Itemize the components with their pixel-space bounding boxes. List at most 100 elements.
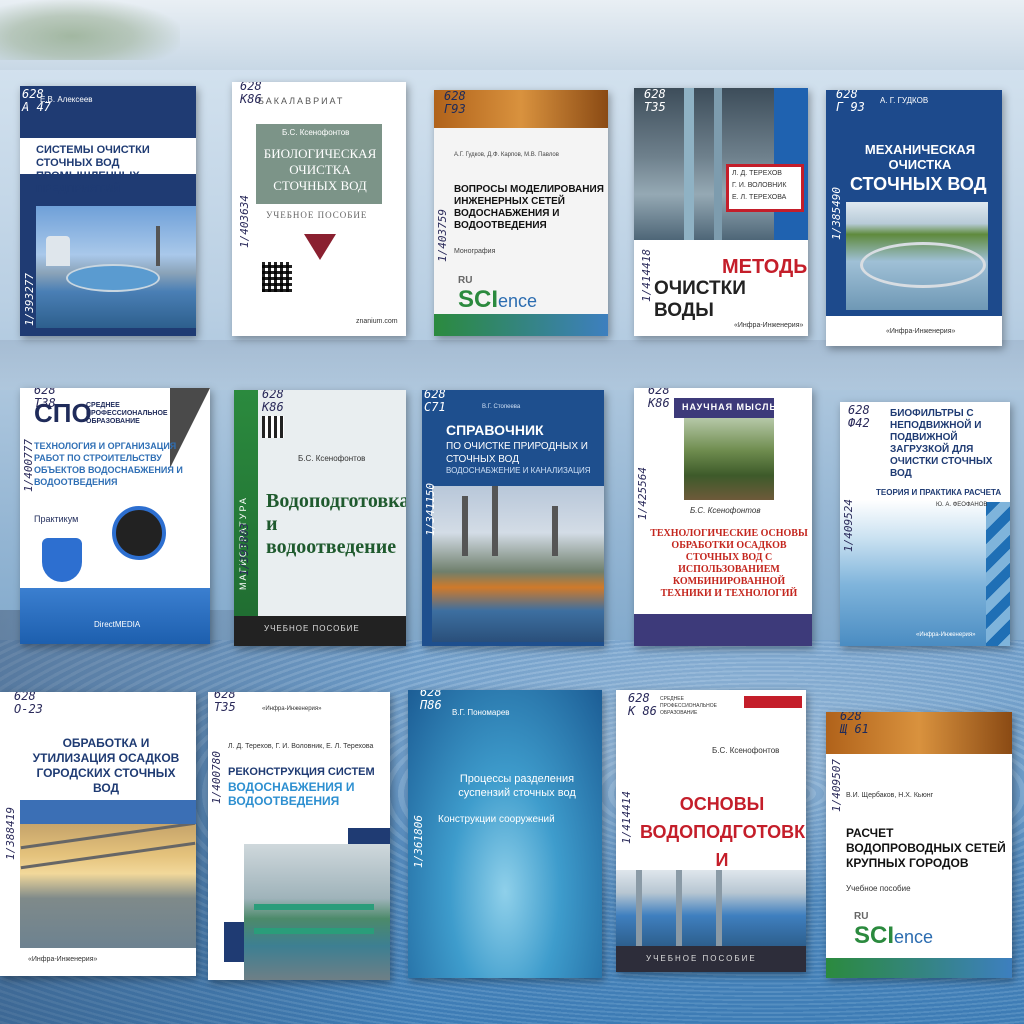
book-genre: Учебное пособие bbox=[846, 884, 911, 893]
book-cover-12: «Инфра-Инженерия» Л. Д. Терехов, Г. И. В… bbox=[208, 692, 390, 980]
book-title: СПРАВОЧНИК bbox=[446, 422, 544, 438]
call-number: 628 О-23 bbox=[14, 692, 43, 716]
book-author: Г. И. ВОЛОВНИК bbox=[732, 182, 787, 189]
book-cover-15: В.И. Щербаков, Н.Х. Кьюнг РАСЧЕТ ВОДОПРО… bbox=[826, 712, 1012, 978]
book-title: ПО ОЧИСТКЕ ПРИРОДНЫХ И СТОЧНЫХ ВОД bbox=[446, 441, 588, 465]
book-subtitle: УЧЕБНОЕ ПОСОБИЕ bbox=[264, 624, 360, 633]
book-title: СТОЧНЫХ ВОД bbox=[850, 174, 987, 194]
book-cover-9: НАУЧНАЯ МЫСЛЬ Б.С. Ксенофонтов ТЕХНОЛОГИ… bbox=[634, 388, 812, 646]
inventory-number: 1/414414 bbox=[620, 791, 633, 844]
book-photo bbox=[616, 870, 806, 946]
globe-gear-icon bbox=[112, 506, 166, 560]
inventory-number: 1/403759 bbox=[436, 209, 449, 262]
book-publisher: «Инфра-Инженерия» bbox=[886, 328, 956, 335]
book-cover-6: СПО СРЕДНЕЕ ПРОФЕССИОНАЛЬНОЕ ОБРАЗОВАНИЕ… bbox=[20, 388, 210, 644]
book-series: НАУЧНАЯ МЫСЛЬ bbox=[682, 402, 777, 412]
book-series: БАКАЛАВРИАТ bbox=[258, 96, 345, 106]
book-title: МЕТОДЫ bbox=[722, 256, 808, 278]
book-subtitle: ВОДОСНАБЖЕНИЕ И КАНАЛИЗАЦИЯ bbox=[446, 466, 591, 475]
book-author: А.Г. Гудков, Д.Ф. Карпов, М.В. Павлов bbox=[454, 152, 559, 158]
book-subtitle: Конструкции сооружений bbox=[438, 814, 555, 825]
inventory-number: 1/425564 bbox=[636, 467, 649, 520]
book-author: Б.С. Ксенофонтов bbox=[712, 746, 780, 755]
inventory-number: 1/393277 bbox=[23, 273, 36, 326]
book-publisher: «Инфра-Инженерия» bbox=[734, 322, 804, 329]
inventory-number: 1/400777 bbox=[22, 439, 35, 492]
inventory-number: 1/385490 bbox=[830, 187, 843, 240]
book-cover-11: ОБРАБОТКА И УТИЛИЗАЦИЯ ОСАДКОВ ГОРОДСКИХ… bbox=[0, 692, 196, 976]
inventory-number: 1/400780 bbox=[210, 751, 223, 804]
book-cover-10: БИОФИЛЬТРЫ С НЕПОДВИЖНОЙ И ПОДВИЖНОЙ ЗАГ… bbox=[840, 402, 1010, 646]
background-tree bbox=[0, 0, 180, 60]
book-publisher: «Инфра-Инженерия» bbox=[28, 956, 98, 963]
book-photo bbox=[846, 202, 988, 310]
call-number: 628 Т35 bbox=[644, 88, 666, 114]
book-author: В.Г. Пономарев bbox=[452, 708, 510, 717]
inventory-number: 1/361806 bbox=[412, 815, 425, 868]
book-photo bbox=[244, 844, 390, 980]
call-number: 628 А 47 bbox=[22, 87, 51, 114]
book-author: Б.С. Ксенофонтов bbox=[298, 454, 366, 463]
book-subtitle: УЧЕБНОЕ ПОСОБИЕ bbox=[266, 210, 368, 220]
inventory-number: 1/403634 bbox=[238, 195, 251, 248]
call-number: 628 Т38 bbox=[34, 388, 56, 410]
publisher-logo: RU SCIence bbox=[854, 911, 934, 950]
call-number: 628 Щ 61 bbox=[840, 712, 869, 736]
book-title: ТЕХНОЛОГИЯ И ОРГАНИЗАЦИЯ РАБОТ ПО СТРОИТ… bbox=[34, 441, 183, 487]
call-number: 628 Г93 bbox=[444, 90, 466, 116]
book-photo bbox=[36, 206, 196, 328]
background-band bbox=[0, 340, 1024, 390]
book-photo bbox=[684, 418, 774, 500]
book-cover-13: В.Г. Пономарев Процессы разделения суспе… bbox=[408, 690, 602, 978]
book-cover-7: МАГИСТРАТУРА Б.С. Ксенофонтов Водоподгот… bbox=[234, 390, 406, 646]
book-series: СРЕДНЕЕ ПРОФЕССИОНАЛЬНОЕ ОБРАЗОВАНИЕ bbox=[660, 696, 718, 716]
book-author: Л. Д. ТЕРЕХОВ bbox=[732, 170, 782, 177]
shield-hands-icon bbox=[42, 538, 82, 582]
book-cover-3: А.Г. Гудков, Д.Ф. Карпов, М.В. Павлов ВО… bbox=[434, 90, 608, 336]
call-number: 628 К 86 bbox=[628, 691, 657, 718]
book-title: Процессы разделения суспензий сточных во… bbox=[458, 773, 576, 799]
publisher-logo-icon bbox=[304, 234, 336, 260]
book-title: РЕКОНСТРУКЦИЯ СИСТЕМ bbox=[228, 766, 375, 778]
book-publisher: «Инфра-Инженерия» bbox=[916, 632, 976, 638]
book-cover-5: А. Г. ГУДКОВ МЕХАНИЧЕСКАЯ ОЧИСТКА СТОЧНЫ… bbox=[826, 90, 1002, 346]
book-cover-14: СРЕДНЕЕ ПРОФЕССИОНАЛЬНОЕ ОБРАЗОВАНИЕ Б.С… bbox=[616, 690, 806, 972]
call-number: 628 Т35 bbox=[214, 692, 236, 714]
book-author: Е. Л. ТЕРЕХОВА bbox=[732, 194, 787, 201]
call-number: 628 Г 93 bbox=[836, 90, 865, 114]
book-publisher: «Инфра-Инженерия» bbox=[262, 706, 322, 712]
inventory-number: 1/341150 bbox=[424, 483, 437, 536]
book-cover-4: Л. Д. ТЕРЕХОВ Г. И. ВОЛОВНИК Е. Л. ТЕРЕХ… bbox=[634, 88, 808, 336]
book-subtitle: УЧЕБНОЕ ПОСОБИЕ bbox=[646, 954, 757, 963]
book-genre: Практикум bbox=[34, 514, 79, 524]
book-title: ВОДОСНАБЖЕНИЯ И ВОДООТВЕДЕНИЯ bbox=[228, 780, 355, 808]
book-author: В.Г. Стопеева bbox=[482, 404, 521, 410]
book-author: А. Г. ГУДКОВ bbox=[880, 96, 929, 105]
book-cover-2: БАКАЛАВРИАТ Б.С. Ксенофонтов БИОЛОГИЧЕСК… bbox=[232, 82, 406, 336]
book-subtitle: ТЕОРИЯ И ПРАКТИКА РАСЧЕТА bbox=[876, 488, 1002, 497]
call-number: 628 К86 bbox=[262, 390, 284, 414]
call-number: 628 П86 bbox=[420, 690, 442, 712]
book-title: ОЧИСТКИ ВОДЫ bbox=[654, 278, 746, 321]
book-cover-1: СИСТЕМЫ ОЧИСТКИ СТОЧНЫХ ВОД ПРОМЫШЛЕННЫХ… bbox=[20, 86, 196, 336]
inventory-number: 1/393803 bbox=[238, 523, 251, 576]
book-publisher: znanium.com bbox=[356, 318, 398, 325]
inventory-number: 1/409507 bbox=[830, 759, 843, 812]
book-publisher: DirectMEDIA bbox=[94, 620, 141, 629]
call-number: 628 Ф42 bbox=[848, 403, 870, 430]
book-author: Б.С. Ксенофонтов bbox=[282, 128, 350, 137]
inventory-number: 1/388419 bbox=[4, 807, 17, 860]
publisher-logo: RU SCIence bbox=[458, 275, 538, 314]
call-number: 628 К86 bbox=[240, 82, 262, 106]
call-number: 628 К86 bbox=[648, 388, 670, 410]
book-title: ВОПРОСЫ МОДЕЛИРОВАНИЯ ИНЖЕНЕРНЫХ СЕТЕЙ В… bbox=[454, 184, 604, 231]
book-author: Л. Д. Терехов, Г. И. Воловник, Е. Л. Тер… bbox=[228, 743, 374, 750]
book-author: Ю. А. ФЕОФАНОВ bbox=[936, 502, 988, 508]
book-title: БИОФИЛЬТРЫ С НЕПОДВИЖНОЙ И ПОДВИЖНОЙ ЗАГ… bbox=[890, 408, 993, 479]
book-title: ТЕХНОЛОГИЧЕСКИЕ ОСНОВЫ ОБРАБОТКИ ОСАДКОВ… bbox=[650, 528, 808, 599]
book-title: БИОЛОГИЧЕСКАЯ ОЧИСТКА СТОЧНЫХ ВОД bbox=[263, 146, 377, 193]
book-title: РАСЧЕТ ВОДОПРОВОДНЫХ СЕТЕЙ КРУПНЫХ ГОРОД… bbox=[846, 826, 1006, 870]
qr-code-icon bbox=[262, 262, 292, 292]
book-cover-8: В.Г. Стопеева СПРАВОЧНИК ПО ОЧИСТКЕ ПРИР… bbox=[422, 390, 604, 646]
book-title: ОБРАБОТКА И УТИЛИЗАЦИЯ ОСАДКОВ ГОРОДСКИХ… bbox=[32, 736, 180, 795]
